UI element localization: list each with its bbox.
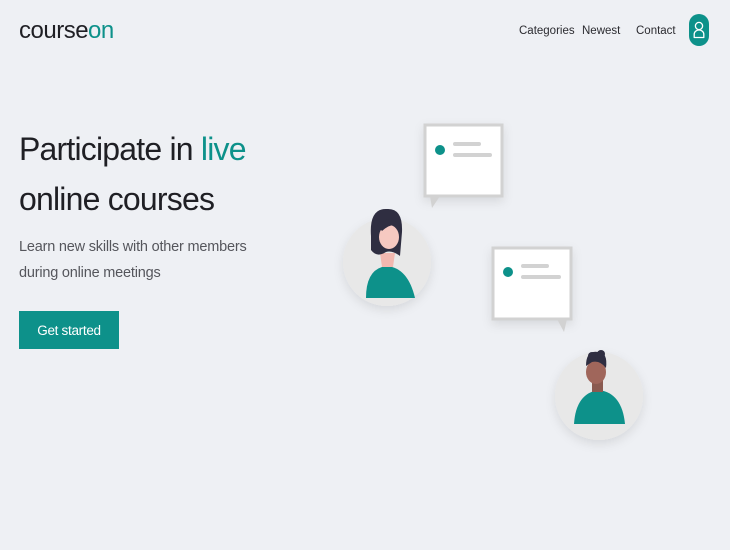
- headline-text: Participate in: [19, 131, 201, 167]
- woman-avatar-icon: [343, 208, 431, 306]
- logo-text: course: [19, 17, 89, 44]
- hero-subtext: Learn new skills with other members duri…: [19, 239, 247, 281]
- nav-categories[interactable]: Categories: [519, 22, 575, 40]
- page-headline: Participate in live online courses: [19, 124, 247, 224]
- nav-contact[interactable]: Contact: [636, 22, 676, 40]
- headline-line2: online courses: [19, 181, 215, 217]
- nav-newest[interactable]: Newest: [582, 22, 620, 40]
- logo[interactable]: courseon: [19, 16, 114, 46]
- get-started-button[interactable]: Get started: [19, 311, 119, 349]
- man-avatar-icon: [555, 350, 643, 440]
- online-meeting-illustration: [343, 123, 643, 440]
- chat-bubble-icon: [423, 123, 504, 208]
- user-account-button[interactable]: [689, 14, 709, 46]
- logo-accent: on: [88, 17, 114, 44]
- person-outline-icon: [693, 21, 705, 39]
- chat-bubble-icon: [491, 246, 573, 332]
- headline-accent: live: [200, 131, 247, 167]
